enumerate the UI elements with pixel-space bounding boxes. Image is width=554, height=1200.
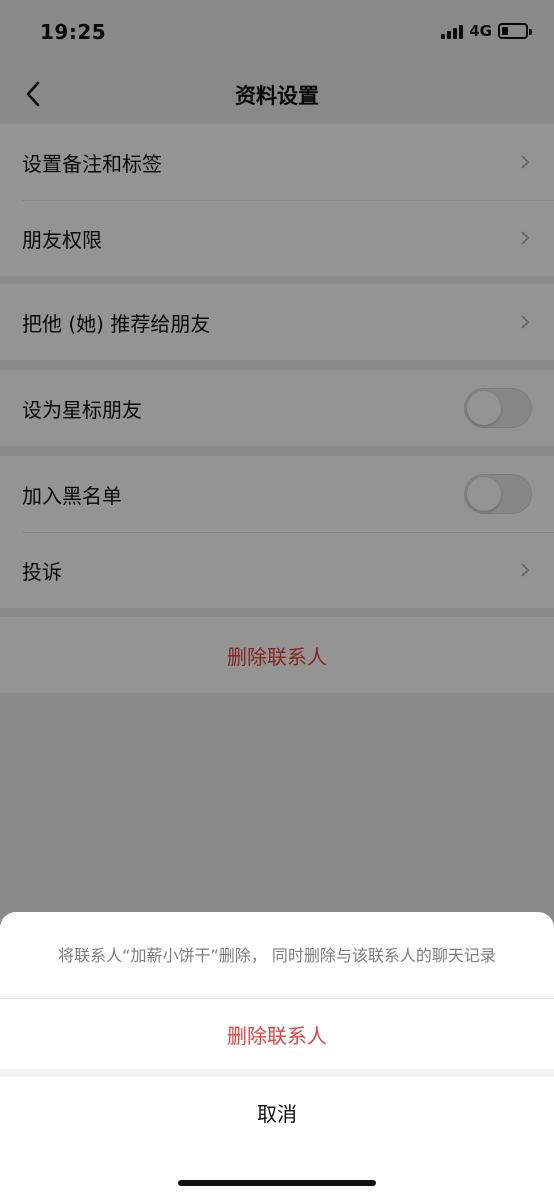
confirm-delete-button[interactable]: 删除联系人	[0, 999, 554, 1069]
action-sheet: 将联系人“加薪小饼干”删除， 同时删除与该联系人的聊天记录 删除联系人 取消	[0, 912, 554, 1200]
cancel-button[interactable]: 取消	[0, 1077, 554, 1147]
home-indicator[interactable]	[178, 1180, 376, 1186]
action-sheet-message: 将联系人“加薪小饼干”删除， 同时删除与该联系人的聊天记录	[58, 946, 496, 965]
divider	[0, 1069, 554, 1077]
